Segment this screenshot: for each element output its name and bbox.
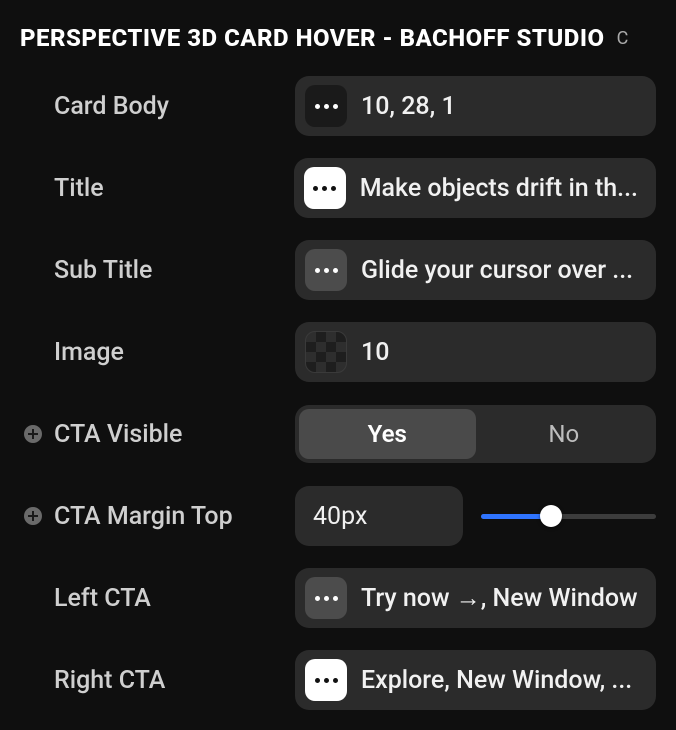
segment-yes[interactable]: Yes xyxy=(299,409,476,459)
field-right-cta[interactable]: Explore, New Window, ... xyxy=(295,650,656,710)
row-left-cta: Left CTA Try now →, New Window xyxy=(20,568,656,628)
label-cta-margin-top: CTA Margin Top xyxy=(20,502,295,531)
slider-value-input[interactable]: 40px xyxy=(295,486,463,546)
value-text: Glide your cursor over ... xyxy=(361,256,633,285)
value-text: 10, 28, 1 xyxy=(361,92,456,121)
label-text: Sub Title xyxy=(54,256,152,285)
segment-no[interactable]: No xyxy=(476,409,653,459)
label-text: Image xyxy=(54,338,124,367)
field-image[interactable]: 10 xyxy=(295,322,656,382)
add-override-icon[interactable] xyxy=(22,505,44,527)
field-card-body[interactable]: 10, 28, 1 xyxy=(295,76,656,136)
add-override-icon[interactable] xyxy=(22,423,44,445)
slider-value-text: 40px xyxy=(313,502,367,531)
label-sub-title: Sub Title xyxy=(20,256,295,285)
row-title: Title Make objects drift in th... xyxy=(20,158,656,218)
segmented-cta-visible: Yes No xyxy=(295,405,656,463)
more-icon[interactable] xyxy=(304,167,346,209)
value-text: 10 xyxy=(361,338,389,367)
field-sub-title[interactable]: Glide your cursor over ... xyxy=(295,240,656,300)
row-image: Image 10 xyxy=(20,322,656,382)
header-trailing-text: C xyxy=(617,28,629,49)
label-text: CTA Visible xyxy=(54,420,182,449)
label-image: Image xyxy=(20,338,295,367)
properties-list: Card Body 10, 28, 1 Title xyxy=(0,70,676,730)
more-icon[interactable] xyxy=(305,85,347,127)
label-right-cta: Right CTA xyxy=(20,666,295,695)
value-text: Try now →, New Window xyxy=(361,584,638,613)
row-card-body: Card Body 10, 28, 1 xyxy=(20,76,656,136)
row-right-cta: Right CTA Explore, New Window, ... xyxy=(20,650,656,710)
row-cta-margin-top: CTA Margin Top 40px xyxy=(20,486,656,546)
more-icon[interactable] xyxy=(305,659,347,701)
slider-cta-margin-top: 40px xyxy=(295,486,656,546)
more-icon[interactable] xyxy=(305,577,347,619)
label-text: Card Body xyxy=(54,92,169,121)
label-cta-visible: CTA Visible xyxy=(20,420,295,449)
label-text: Right CTA xyxy=(54,666,165,695)
label-text: CTA Margin Top xyxy=(54,502,233,531)
row-sub-title: Sub Title Glide your cursor over ... xyxy=(20,240,656,300)
label-text: Left CTA xyxy=(54,584,151,613)
label-text: Title xyxy=(54,174,104,203)
value-text: Make objects drift in th... xyxy=(360,174,638,203)
slider-track[interactable] xyxy=(481,504,656,528)
field-title[interactable]: Make objects drift in th... xyxy=(294,158,656,218)
panel-title: PERSPECTIVE 3D CARD HOVER - BACHOFF STUD… xyxy=(20,24,605,52)
label-title: Title xyxy=(20,174,294,203)
image-swatch-icon[interactable] xyxy=(305,331,347,373)
more-icon[interactable] xyxy=(305,249,347,291)
slider-thumb[interactable] xyxy=(540,505,562,527)
properties-panel: PERSPECTIVE 3D CARD HOVER - BACHOFF STUD… xyxy=(0,0,676,730)
label-card-body: Card Body xyxy=(20,92,295,121)
field-left-cta[interactable]: Try now →, New Window xyxy=(295,568,656,628)
row-cta-visible: CTA Visible Yes No xyxy=(20,404,656,464)
label-left-cta: Left CTA xyxy=(20,584,295,613)
value-text: Explore, New Window, ... xyxy=(361,666,632,695)
panel-header: PERSPECTIVE 3D CARD HOVER - BACHOFF STUD… xyxy=(0,0,676,70)
